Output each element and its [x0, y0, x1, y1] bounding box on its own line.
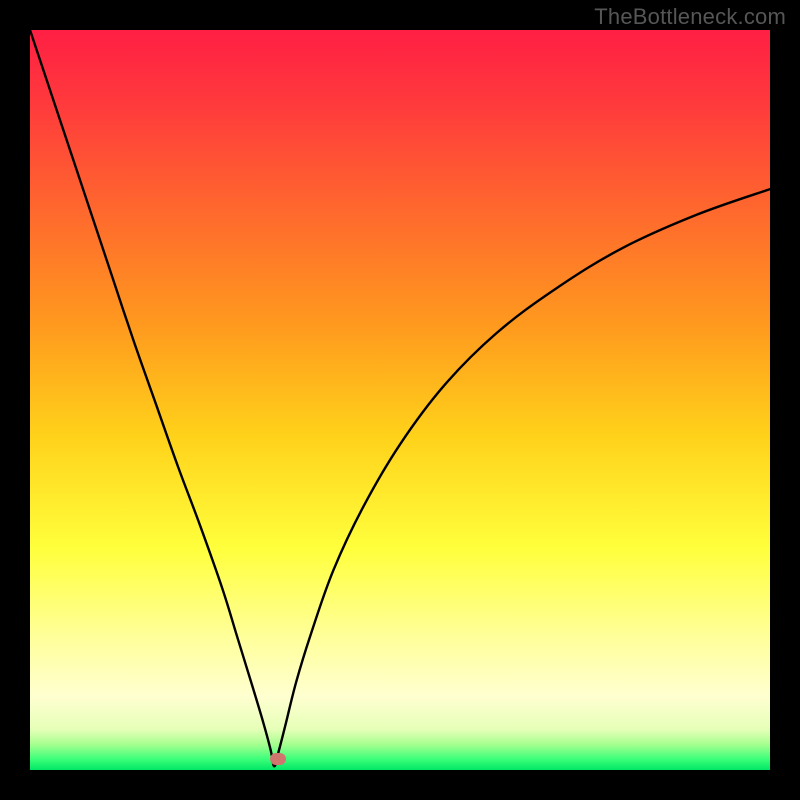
optimal-point-marker: [270, 753, 286, 765]
gradient-background: [30, 30, 770, 770]
watermark-text: TheBottleneck.com: [594, 4, 786, 30]
chart-canvas: [30, 30, 770, 770]
outer-frame: TheBottleneck.com: [0, 0, 800, 800]
